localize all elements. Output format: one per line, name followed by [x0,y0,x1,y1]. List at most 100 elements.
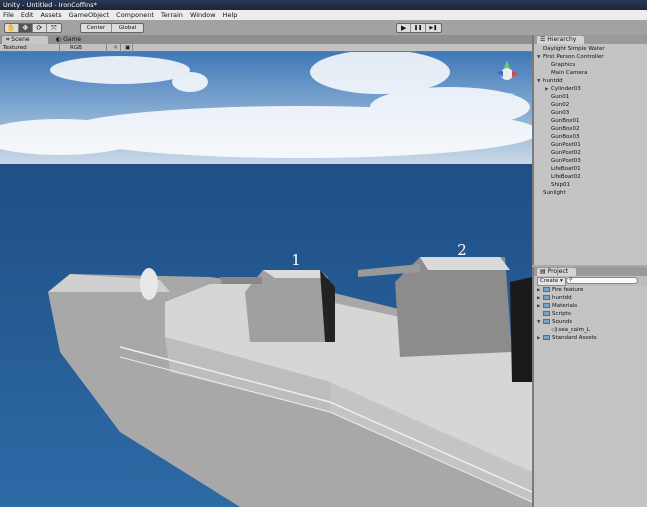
image-toggle-icon[interactable]: ▣ [122,44,133,52]
item-label: GunPost03 [551,158,581,164]
item-label: Ship01 [551,182,570,188]
item-label: GunBox01 [551,118,580,124]
project-item[interactable]: ▶ Standard Assets [534,334,647,342]
project-item[interactable]: ▶ Fire feature [534,286,647,294]
hierarchy-item[interactable]: LifeBoat01 [534,165,647,173]
render-mode-dropdown[interactable]: Textured [0,44,60,52]
menu-component[interactable]: Component [116,10,154,20]
scene-toolbar: Textured RGB ☼ ▣ [0,44,532,52]
gizmo-persp-label: Persp [500,92,514,98]
project-item[interactable]: Scripts [534,310,647,318]
hierarchy-item[interactable]: Gun01 [534,93,647,101]
step-button[interactable]: ▶❚ [426,24,441,32]
project-item[interactable]: ▼ Sounds [534,318,647,326]
folder-icon [543,334,550,340]
item-label: Sounds [552,319,573,325]
menu-edit[interactable]: Edit [21,10,34,20]
project-toolbar: Create ▾ ⚲ [534,276,647,286]
pivot-controls: Center Global [80,23,144,33]
hierarchy-item[interactable]: GunPost02 [534,149,647,157]
hierarchy-item[interactable]: GunBox03 [534,133,647,141]
hierarchy-item[interactable]: GunBox01 [534,117,647,125]
transform-tools: ✋ ✥ ⟳ ⤧ [4,23,62,33]
marker-2: 2 [457,241,467,259]
rotate-tool-icon[interactable]: ⟳ [33,24,47,32]
item-label: huntdd [543,78,563,84]
hierarchy-item[interactable]: Ship01 [534,181,647,189]
menu-terrain[interactable]: Terrain [161,10,183,20]
playback-controls: ▶ ❚❚ ▶❚ [396,23,442,33]
hierarchy-list: Daylight Simple Water ▼ First Person Contr… [534,44,647,197]
project-search-input[interactable]: ⚲ [566,277,638,284]
hierarchy-item[interactable]: GunPost01 [534,141,647,149]
hierarchy-item[interactable]: ▼ huntdd [534,77,647,85]
hierarchy-item[interactable]: Daylight Simple Water [534,45,647,53]
item-label: GunBox03 [551,134,580,140]
hierarchy-panel: ☰ Hierarchy Daylight Simple Water ▼ First … [532,35,647,265]
menu-bar: File Edit Assets GameObject Component Terrain… [0,10,647,20]
scene-tab-row: ⌗ Scene ◐ Game [0,35,532,44]
scene-render: Persp 1 2 [0,52,532,507]
pivot-center-button[interactable]: Center [81,24,113,32]
menu-help[interactable]: Help [223,10,238,20]
main-toolbar: ✋ ✥ ⟳ ⤧ Center Global ▶ ❚❚ ▶❚ [0,20,647,35]
hierarchy-item[interactable]: Sunlight [534,189,647,197]
item-label: LifeBoat02 [551,174,581,180]
project-tab[interactable]: ▤ Project [537,268,577,276]
item-label: First Person Controller [543,54,604,60]
tab-scene[interactable]: ⌗ Scene [2,36,48,44]
hierarchy-item[interactable]: Main Camera [534,69,647,77]
tab-scene-label: Scene [11,36,30,43]
item-label: Gun02 [551,102,570,108]
hierarchy-item[interactable]: GunBox02 [534,125,647,133]
window-title: Unity - Untitled - IronCoffins* [0,0,647,10]
folder-icon [543,286,550,292]
item-label: Standard Assets [552,335,597,341]
scene-viewport[interactable]: Persp 1 2 [0,52,532,507]
item-label: sea_calm_L [558,327,590,333]
item-label: GunPost01 [551,142,581,148]
item-label: Scripts [552,311,571,317]
hierarchy-item[interactable]: GunPost03 [534,157,647,165]
menu-file[interactable]: File [3,10,14,20]
item-label: Graphics [551,62,576,68]
scale-tool-icon[interactable]: ⤧ [47,24,61,32]
project-item[interactable]: ▶ huntdd [534,294,647,302]
project-tab-row: ▤ Project [534,267,647,276]
lighting-toggle-icon[interactable]: ☼ [110,44,121,52]
pause-button[interactable]: ❚❚ [411,24,426,32]
marker-1: 1 [291,251,301,269]
menu-gameobject[interactable]: GameObject [69,10,110,20]
item-label: Sunlight [543,190,566,196]
move-tool-icon[interactable]: ✥ [18,24,34,32]
item-label: Daylight Simple Water [543,46,605,52]
project-item[interactable]: ▶ Materials [534,302,647,310]
create-button[interactable]: Create ▾ [537,277,566,286]
item-label: GunBox02 [551,126,580,132]
folder-icon [543,302,550,308]
pivot-global-button[interactable]: Global [112,24,143,32]
item-label: Main Camera [551,70,588,76]
hand-tool-icon[interactable]: ✋ [5,24,19,32]
hierarchy-tab[interactable]: ☰ Hierarchy [537,36,585,44]
hierarchy-item[interactable]: LifeBoat02 [534,173,647,181]
tab-game[interactable]: ◐ Game [52,36,92,44]
tab-game-label: Game [63,36,82,43]
channel-dropdown[interactable]: RGB [67,44,107,52]
hierarchy-item[interactable]: ▼ First Person Controller [534,53,647,61]
project-panel: ▤ Project Create ▾ ⚲ ▶ Fire feature ▶ huntd… [532,267,647,507]
item-label: Fire feature [552,287,584,293]
hierarchy-item[interactable]: Gun03 [534,109,647,117]
item-label: LifeBoat01 [551,166,581,172]
folder-icon [543,310,550,316]
hierarchy-item[interactable]: Gun02 [534,101,647,109]
menu-assets[interactable]: Assets [40,10,61,20]
hierarchy-item[interactable]: Graphics [534,61,647,69]
play-button[interactable]: ▶ [397,24,412,32]
hierarchy-item[interactable]: ▶ Cylinder03 [534,85,647,93]
project-list: ▶ Fire feature ▶ huntdd ▶ Materials Scripts ▼ So… [534,286,647,342]
folder-icon [543,318,550,324]
project-item[interactable]: ◁)sea_calm_L [534,326,647,334]
menu-window[interactable]: Window [190,10,216,20]
item-label: GunPost02 [551,150,581,156]
